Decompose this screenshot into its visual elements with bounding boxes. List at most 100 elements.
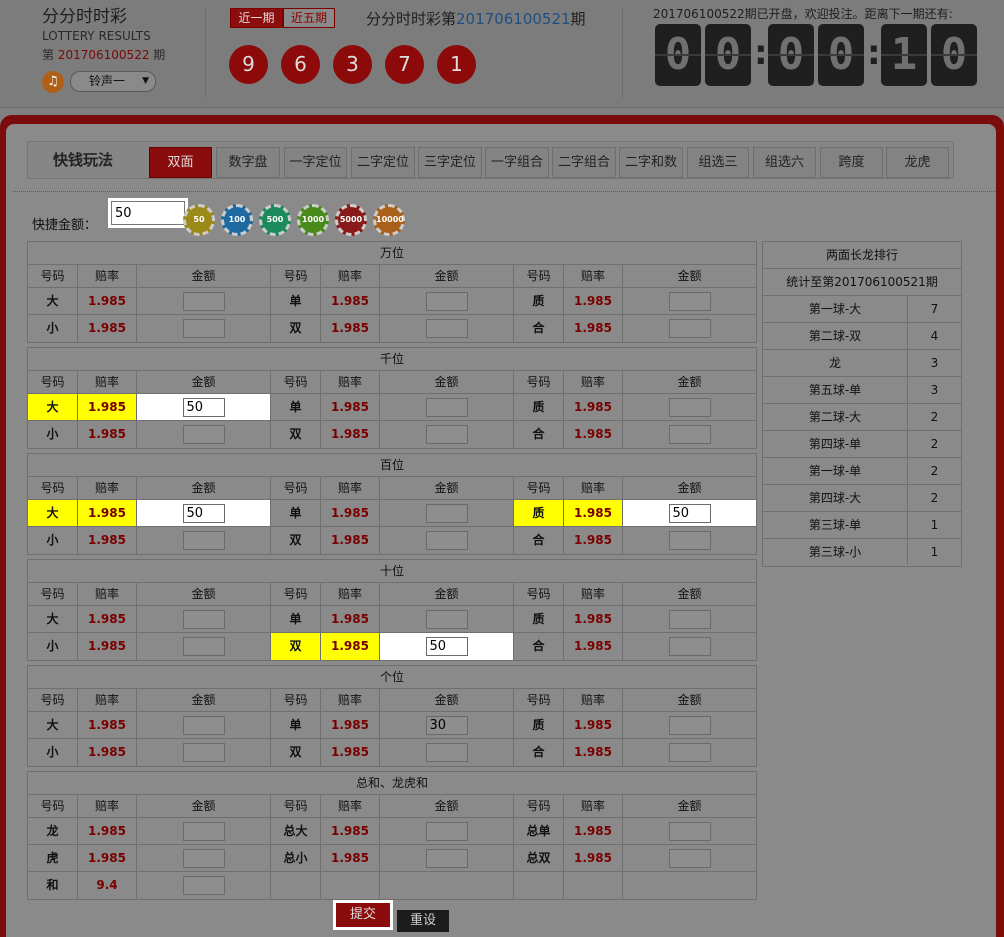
bet-amount-input[interactable] [425, 743, 468, 762]
period-suffix: 期 [153, 48, 166, 62]
bet-number: 合 [514, 633, 564, 660]
countdown-digit: 0 [768, 24, 814, 86]
ranking-table: 两面长龙排行 统计至第201706100521期 第一球-大 7 第二球-双 4 龙 3 第… [762, 241, 962, 567]
chip-100[interactable]: 100 [221, 204, 253, 236]
bet-amount-input[interactable] [425, 531, 468, 550]
bet-amount-input[interactable] [182, 425, 225, 444]
ranking-name: 第二球-大 [763, 404, 908, 430]
bet-amount-input[interactable] [425, 504, 468, 523]
tab-recent-5[interactable]: 近五期 [283, 8, 335, 28]
chip-10000[interactable]: 10000 [373, 204, 405, 236]
bet-number: 质 [514, 394, 564, 420]
bet-amount-input[interactable] [182, 531, 225, 550]
bet-number: 合 [514, 739, 564, 766]
ranking-name: 第五球-单 [763, 377, 908, 403]
tab-game-2[interactable]: 一字定位 [284, 147, 347, 178]
bet-amount-input[interactable] [668, 637, 711, 656]
tab-game-8[interactable]: 组选三 [687, 147, 749, 178]
bet-amount-input[interactable] [668, 610, 711, 629]
bet-amount-input[interactable] [425, 425, 468, 444]
bet-amount-input[interactable] [182, 876, 225, 895]
bet-amount-input[interactable] [668, 531, 711, 550]
column-header: 金额 [137, 477, 271, 499]
bet-amount-input[interactable] [668, 716, 711, 735]
sound-select[interactable]: 铃声一 ▼ [70, 71, 156, 92]
bet-amount-input[interactable] [668, 504, 711, 523]
column-header: 号码 [514, 689, 564, 711]
bet-amount-input[interactable] [182, 398, 225, 417]
bet-amount-input[interactable] [668, 319, 711, 338]
bet-amount-cell [623, 421, 756, 448]
bet-odds: 1.985 [78, 818, 137, 844]
tab-game-6[interactable]: 二字组合 [552, 147, 616, 178]
bet-amount-cell [137, 818, 271, 844]
bet-amount-input[interactable] [182, 292, 225, 311]
column-header: 赔率 [564, 477, 623, 499]
bet-amount-input[interactable] [668, 292, 711, 311]
bet-amount-input[interactable] [182, 716, 225, 735]
result-ball: 3 [333, 45, 372, 84]
quick-amount-label: 快捷金额： [32, 218, 98, 233]
ranking-name: 龙 [763, 350, 908, 376]
music-icon[interactable]: ♫ [42, 71, 64, 93]
current-period: 第 201706100522 期 [42, 46, 165, 63]
bet-amount-input[interactable] [182, 822, 225, 841]
bet-amount-input[interactable] [425, 292, 468, 311]
bet-amount-input[interactable] [182, 743, 225, 762]
bet-amount-input[interactable] [182, 637, 225, 656]
bet-amount-cell [137, 845, 271, 871]
chip-50[interactable]: 50 [183, 204, 215, 236]
bet-amount-input[interactable] [425, 319, 468, 338]
bet-amount-cell [137, 527, 271, 554]
bet-amount-input[interactable] [182, 319, 225, 338]
chip-5000[interactable]: 5000 [335, 204, 367, 236]
column-header: 赔率 [78, 689, 137, 711]
chip-1000[interactable]: 1000 [297, 204, 329, 236]
column-header: 金额 [137, 371, 271, 393]
tab-game-7[interactable]: 二字和数 [619, 147, 683, 178]
ranking-count: 2 [930, 491, 939, 505]
bet-amount-input[interactable] [425, 637, 468, 656]
submit-button[interactable]: 提交 [336, 903, 390, 927]
bet-amount-input[interactable] [425, 398, 468, 417]
bet-amount-input[interactable] [425, 716, 468, 735]
bet-odds: 1.985 [321, 818, 380, 844]
tab-game-3[interactable]: 二字定位 [351, 147, 415, 178]
tab-game-4[interactable]: 三字定位 [418, 147, 482, 178]
betting-panel: 快钱玩法 双面 数字盘 一字定位 二字定位 三字定位 一字组合 二字组合 二字和数 组选三 组选六… [6, 124, 996, 937]
bet-odds: 1.985 [78, 394, 137, 420]
tab-game-5[interactable]: 一字组合 [485, 147, 549, 178]
tab-recent-1[interactable]: 近一期 [230, 8, 283, 28]
bet-amount-input[interactable] [425, 822, 468, 841]
bet-amount-cell [623, 712, 756, 738]
tab-game-10[interactable]: 跨度 [820, 147, 883, 178]
ranking-name: 第四球-单 [763, 431, 908, 457]
reset-button[interactable]: 重设 [397, 910, 449, 932]
bet-amount-input[interactable] [425, 610, 468, 629]
bet-amount-input[interactable] [668, 743, 711, 762]
bet-amount-input[interactable] [668, 398, 711, 417]
bet-number: 大 [28, 712, 78, 738]
bet-amount-input[interactable] [182, 610, 225, 629]
tab-game-9[interactable]: 组选六 [753, 147, 816, 178]
tab-game-1[interactable]: 数字盘 [216, 147, 280, 178]
column-header: 号码 [271, 265, 321, 287]
bet-amount-cell [380, 394, 514, 420]
section-title: 千位 [28, 348, 756, 371]
bet-amount-input[interactable] [182, 849, 225, 868]
bet-number: 质 [514, 500, 564, 526]
bet-amount-input[interactable] [668, 822, 711, 841]
bet-amount-input[interactable] [425, 849, 468, 868]
bet-amount-input[interactable] [182, 504, 225, 523]
tab-game-11[interactable]: 龙虎 [886, 147, 949, 178]
chip-500[interactable]: 500 [259, 204, 291, 236]
quick-amount-input[interactable] [111, 201, 185, 225]
bet-amount-cell [623, 739, 756, 766]
header: 分分时时彩 LOTTERY RESULTS 第 201706100522 期 ♫… [0, 0, 1004, 108]
bet-amount-cell [137, 394, 271, 420]
bet-amount-input[interactable] [668, 849, 711, 868]
bet-odds: 1.985 [78, 500, 137, 526]
tab-game-0[interactable]: 双面 [149, 147, 212, 178]
bet-amount-input[interactable] [668, 425, 711, 444]
section-title: 百位 [28, 454, 756, 477]
